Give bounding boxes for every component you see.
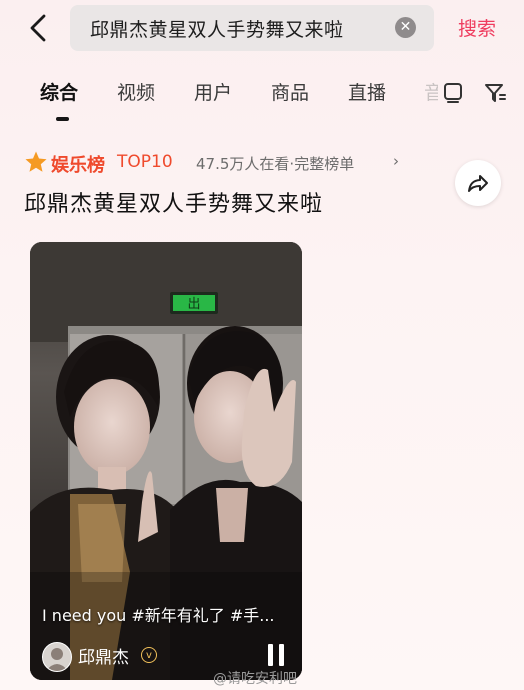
leaderboard-link[interactable]: 47.5万人在看·完整榜单	[196, 153, 354, 174]
filter-icon[interactable]	[484, 82, 506, 104]
pause-icon[interactable]	[268, 644, 286, 666]
tab-videos[interactable]: 视频	[117, 78, 155, 105]
video-card[interactable]: 出 I need you #新年有礼了 #手... 邱鼎杰 v	[30, 242, 302, 680]
result-title[interactable]: 邱鼎杰黄星双人手势舞又来啦	[24, 186, 323, 218]
full-list-link[interactable]: 完整榜单	[294, 155, 354, 173]
tab-music[interactable]: 音	[424, 78, 438, 105]
tab-all[interactable]: 综合	[40, 78, 78, 105]
watermark: @请吃安利吧	[213, 671, 297, 687]
tab-users[interactable]: 用户	[194, 78, 232, 105]
star-icon	[25, 151, 47, 172]
leaderboard-name[interactable]: 娱乐榜	[51, 151, 105, 177]
exit-sign-text: 出	[187, 297, 200, 312]
back-arrow-icon[interactable]	[26, 13, 52, 43]
watching-count: 47.5万人在看	[196, 155, 290, 173]
video-caption: I need you #新年有礼了 #手...	[42, 606, 275, 625]
author-name[interactable]: 邱鼎杰	[78, 643, 129, 668]
author-avatar[interactable]	[42, 642, 72, 672]
share-icon	[468, 175, 488, 192]
clear-search-icon[interactable]: ✕	[395, 17, 416, 38]
tab-products[interactable]: 商品	[271, 78, 309, 105]
search-query-text: 邱鼎杰黄星双人手势舞又来啦	[90, 18, 344, 41]
search-button[interactable]: 搜索	[458, 14, 496, 41]
tab-live[interactable]: 直播	[348, 78, 386, 105]
search-input[interactable]: 邱鼎杰黄星双人手势舞又来啦 ✕	[70, 5, 434, 51]
active-tab-indicator	[56, 117, 69, 121]
verified-badge-icon: v	[141, 647, 157, 663]
leaderboard-rank: TOP10	[117, 152, 173, 172]
chevron-right-icon: ›	[393, 152, 399, 170]
tablet-icon[interactable]	[443, 82, 463, 104]
share-button[interactable]	[455, 160, 501, 206]
